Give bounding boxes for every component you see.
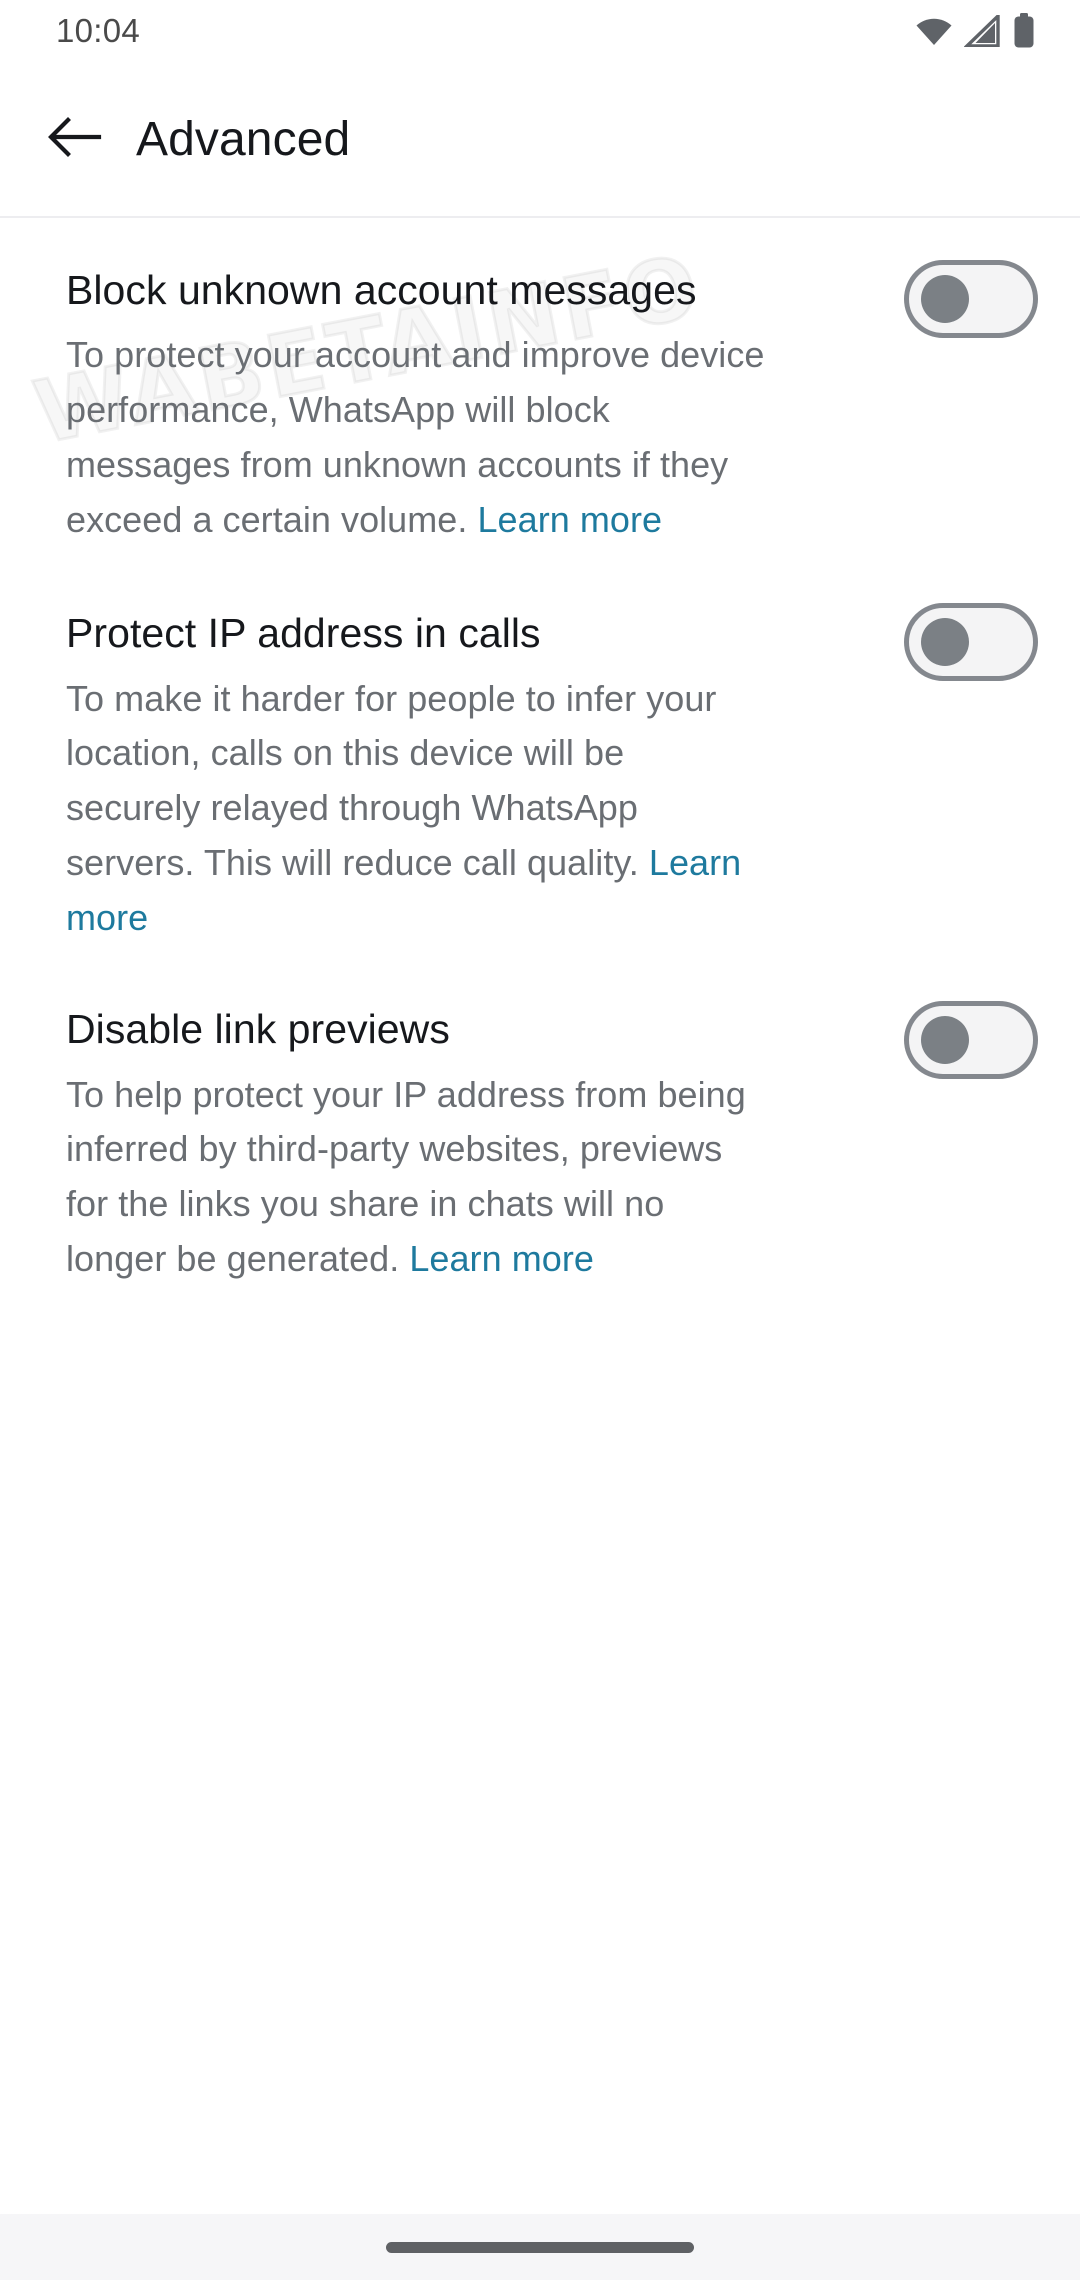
status-bar: 10:04	[0, 0, 1080, 62]
page-title: Advanced	[136, 113, 351, 166]
status-bar-icons	[914, 13, 1036, 49]
phone-screen: WABETAINFO 10:04 Advanced Block unknown …	[0, 0, 1080, 2280]
app-bar: Advanced	[0, 62, 1080, 217]
setting-row-protect-ip-address-in-calls[interactable]: Protect IP address in calls To make it h…	[0, 547, 1080, 945]
setting-text-block: Block unknown account messages To protec…	[66, 266, 826, 547]
toggle-thumb	[921, 1016, 969, 1065]
setting-text-disable-link-previews: Disable link previews To help protect yo…	[66, 1005, 826, 1286]
toggle-wrap-block	[904, 260, 1038, 338]
learn-more-link[interactable]: Learn more	[409, 1238, 594, 1279]
toggle-wrap-protect-ip	[904, 603, 1038, 682]
gesture-home-handle[interactable]	[386, 2241, 694, 2253]
setting-row-disable-link-previews[interactable]: Disable link previews To help protect yo…	[0, 945, 1080, 1286]
setting-description-text: To help protect your IP address from bei…	[66, 1073, 746, 1279]
setting-text-protect-ip: Protect IP address in calls To make it h…	[66, 609, 826, 945]
setting-description-text: To make it harder for people to infer yo…	[66, 677, 717, 883]
setting-description: To protect your account and improve devi…	[66, 328, 766, 547]
setting-row-block-unknown-account-messages[interactable]: Block unknown account messages To protec…	[0, 218, 1080, 547]
setting-title: Protect IP address in calls	[66, 610, 541, 657]
toggle-disable-link-previews[interactable]	[904, 1001, 1038, 1080]
learn-more-link[interactable]: Learn more	[477, 499, 662, 540]
toggle-thumb	[921, 618, 969, 667]
setting-title: Disable link previews	[66, 1006, 450, 1053]
cell-signal-icon	[964, 15, 1002, 47]
setting-description: To make it harder for people to infer yo…	[66, 672, 766, 946]
wifi-icon	[914, 16, 954, 46]
settings-list: Block unknown account messages To protec…	[0, 218, 1080, 1286]
setting-title: Block unknown account messages	[66, 267, 697, 313]
battery-icon	[1012, 13, 1036, 49]
setting-description: To help protect your IP address from bei…	[66, 1068, 766, 1287]
toggle-wrap-disable-link-previews	[904, 1001, 1038, 1080]
status-bar-clock: 10:04	[56, 12, 141, 49]
gesture-navigation-bar	[0, 2214, 1080, 2280]
toggle-protect-ip-address-in-calls[interactable]	[904, 603, 1038, 682]
toggle-block-unknown-account-messages[interactable]	[904, 260, 1038, 338]
back-button[interactable]	[36, 101, 114, 179]
arrow-left-icon	[48, 114, 102, 165]
toggle-thumb	[921, 275, 969, 323]
